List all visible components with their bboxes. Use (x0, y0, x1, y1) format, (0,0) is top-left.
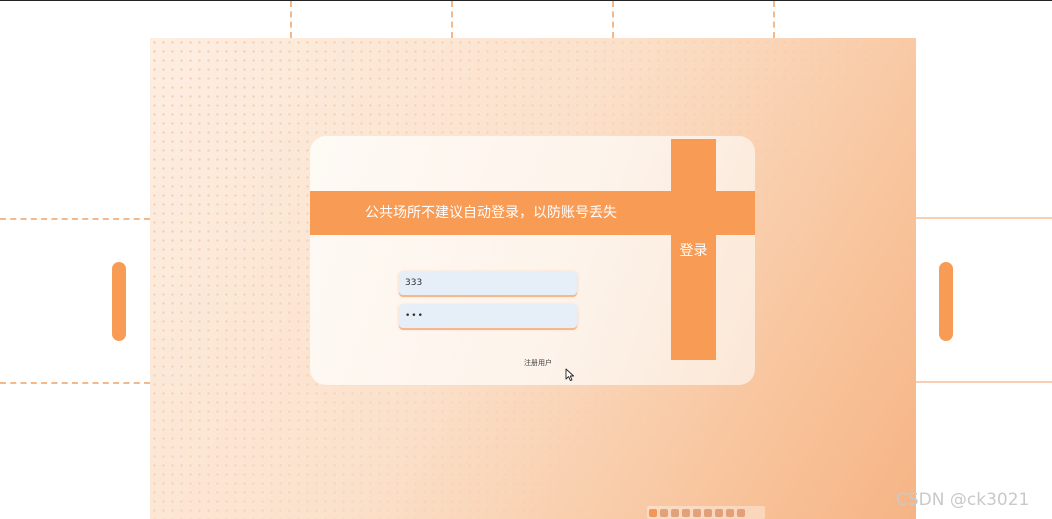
decor-dash-vertical (451, 1, 453, 38)
app-icon[interactable] (715, 508, 723, 517)
decor-dash-horizontal (0, 382, 150, 384)
taskbar (647, 506, 765, 519)
decor-line-horizontal (916, 217, 1052, 219)
app-icon[interactable] (660, 508, 668, 517)
login-button[interactable]: 登录 (671, 139, 716, 360)
app-icon[interactable] (704, 508, 712, 517)
mouse-pointer-icon (565, 368, 575, 382)
app-icon[interactable] (737, 508, 745, 517)
top-border (0, 0, 1052, 1)
register-link[interactable]: 注册用户 (510, 358, 566, 368)
decor-line-horizontal (916, 381, 1052, 383)
app-icon[interactable] (726, 508, 734, 517)
decor-dash-vertical (773, 1, 775, 38)
username-input[interactable] (399, 271, 577, 295)
app-icon[interactable] (682, 508, 690, 517)
decor-dash-horizontal (0, 218, 150, 220)
app-icon[interactable] (671, 508, 679, 517)
notice-text: 公共场所不建议自动登录，以防账号丢失 (365, 205, 617, 221)
login-card: 公共场所不建议自动登录，以防账号丢失 登录 注册用户 (310, 136, 755, 385)
app-icon[interactable] (693, 508, 701, 517)
app-icon[interactable] (649, 508, 657, 517)
decor-dash-vertical (290, 1, 292, 38)
right-side-pill (939, 262, 953, 341)
password-input[interactable] (399, 304, 577, 328)
left-side-pill (112, 262, 126, 341)
decor-dash-vertical (612, 1, 614, 38)
watermark: CSDN @ck3021 (896, 490, 1030, 510)
